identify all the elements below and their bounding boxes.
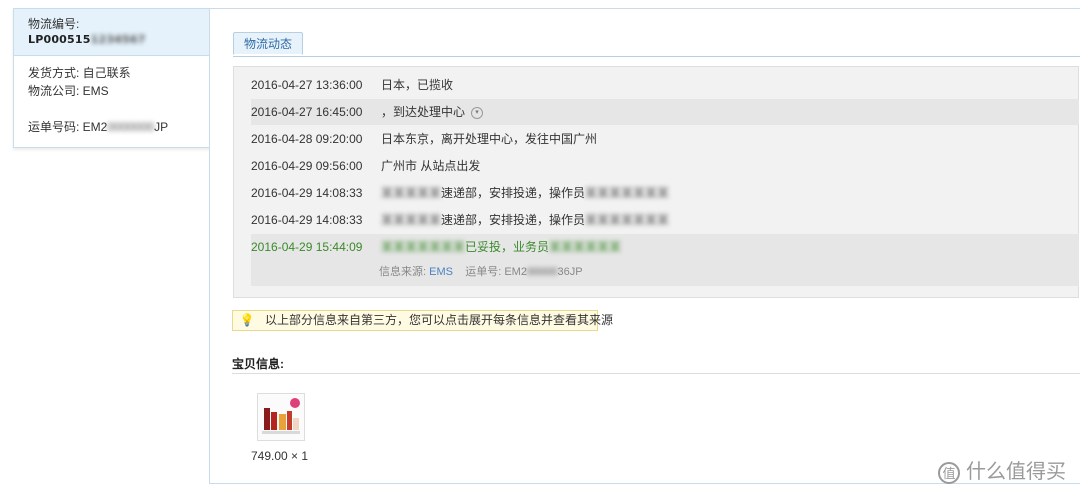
ship-method: 发货方式: 自己联系 <box>28 66 131 80</box>
source-link[interactable]: EMS <box>429 266 453 278</box>
product-thumbnail[interactable] <box>257 393 305 441</box>
tracking-event: 日本，已揽收 <box>381 78 454 92</box>
tracking-event: 速递部，安排投递，操作员 <box>441 186 586 200</box>
tab-logistics-updates[interactable]: 物流动态 <box>233 32 303 55</box>
tracking-time: 2016-04-29 09:56:00 <box>251 159 363 173</box>
tracking-row[interactable]: 2016-04-27 13:36:00 日本，已揽收 <box>251 72 1079 98</box>
tracking-time: 2016-04-29 14:08:33 <box>251 213 363 227</box>
logistics-number-label: 物流编号: <box>28 17 80 31</box>
divider <box>232 373 1080 374</box>
tracking-event: ，到达处理中心 <box>381 105 466 119</box>
watermark: 值什么值得买 <box>938 455 1066 484</box>
tracking-time: 2016-04-27 16:45:00 <box>251 105 363 119</box>
tracking-list: 2016-04-27 13:36:00 日本，已揽收 2016-04-27 16:… <box>233 66 1079 298</box>
tracking-row[interactable]: 2016-04-27 16:45:00 ，到达处理中心 ▾ <box>251 99 1079 125</box>
third-party-notice: 💡 以上部分信息来自第三方，您可以点击展开每条信息并查看其来源 <box>232 310 613 331</box>
tab-bar: 物流动态 <box>233 32 1080 57</box>
tracking-source: 信息来源: EMS 运单号: EM20000036JP <box>379 266 583 278</box>
tracking-row[interactable]: 2016-04-28 09:20:00 日本东京，离开处理中心，发往中国广州 <box>251 126 1079 152</box>
goods-info-title: 宝贝信息: <box>232 357 284 371</box>
expand-chevron-icon[interactable]: ▾ <box>471 106 484 119</box>
waybill-number: 运单号码: EM20000000JP <box>28 120 169 134</box>
tracking-row-latest[interactable]: 2016-04-29 15:44:09 某某某某某某某已妥投，业务员某某某某某某 <box>251 234 1079 286</box>
tracking-event: 速递部，安排投递，操作员 <box>441 213 586 227</box>
tracking-row[interactable]: 2016-04-29 14:08:33 某某某某某速递部，安排投递，操作员某某某某… <box>251 207 1079 233</box>
logistics-number: LP0005151234567 <box>28 33 146 46</box>
tracking-event: 已妥投，业务员 <box>465 240 550 254</box>
tracking-row[interactable]: 2016-04-29 14:08:33 某某某某某速递部，安排投递，操作员某某某某… <box>251 180 1079 206</box>
tracking-time: 2016-04-29 14:08:33 <box>251 186 363 200</box>
smzdm-logo-icon: 值 <box>938 461 960 484</box>
tracking-time: 2016-04-27 13:36:00 <box>251 78 363 92</box>
tracking-row[interactable]: 2016-04-29 09:56:00 广州市 从站点出发 <box>251 153 1079 179</box>
logistics-company: 物流公司: EMS <box>28 84 109 98</box>
lightbulb-icon: 💡 <box>239 313 255 327</box>
tracking-time: 2016-04-28 09:20:00 <box>251 132 363 146</box>
logistics-info-card: 物流编号: LP0005151234567 发货方式: 自己联系 物流公司: E… <box>13 8 211 148</box>
product-price: 749.00 × 1 <box>251 449 309 463</box>
tracking-time: 2016-04-29 15:44:09 <box>251 240 363 254</box>
tracking-event: 日本东京，离开处理中心，发往中国广州 <box>381 132 598 146</box>
tracking-event: 广州市 从站点出发 <box>381 159 481 173</box>
logistics-number-section: 物流编号: LP0005151234567 <box>14 9 210 56</box>
